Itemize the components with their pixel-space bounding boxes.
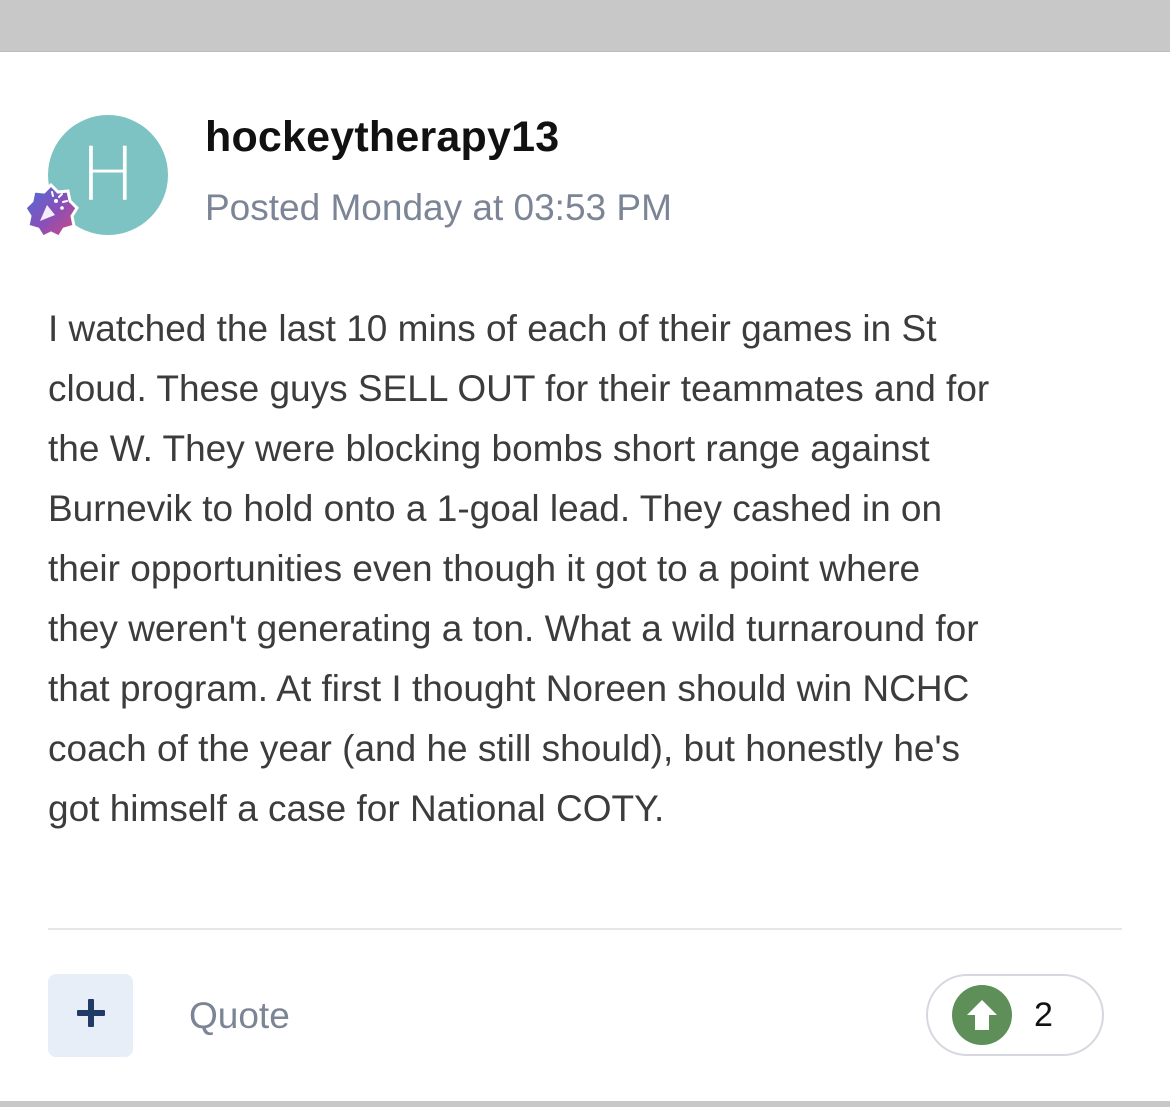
bottom-bar <box>0 1101 1170 1107</box>
reputation-button[interactable]: 2 <box>926 974 1104 1056</box>
top-bar <box>0 0 1170 52</box>
divider <box>48 928 1122 930</box>
upvote-arrow-icon <box>952 985 1012 1045</box>
confetti-badge-icon <box>23 182 79 239</box>
multiquote-button[interactable] <box>48 974 133 1057</box>
quote-button[interactable]: Quote <box>189 995 290 1037</box>
post-timestamp[interactable]: Posted Monday at 03:53 PM <box>205 187 672 229</box>
author-username[interactable]: hockeytherapy13 <box>205 113 559 162</box>
reputation-count: 2 <box>1034 995 1053 1034</box>
plus-icon <box>75 997 107 1034</box>
post-body-text: I watched the last 10 mins of each of th… <box>48 308 990 829</box>
